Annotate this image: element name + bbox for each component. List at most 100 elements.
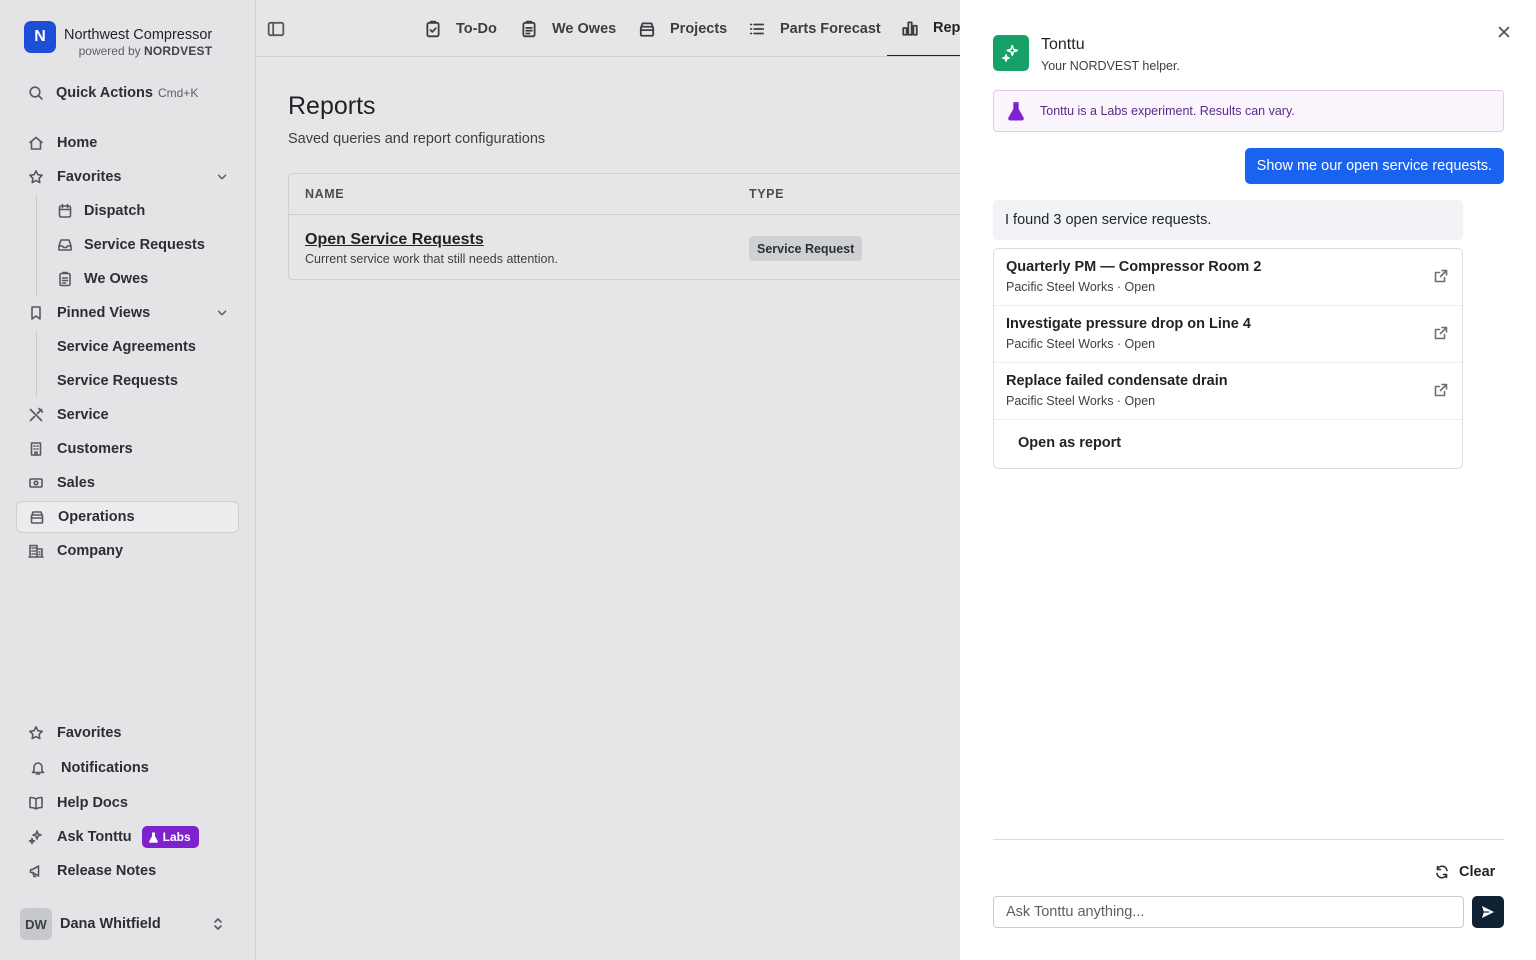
pinned-item-service-requests[interactable]: Service Requests [37, 366, 237, 396]
nav-pinned-views[interactable]: Pinned Views [16, 297, 239, 329]
close-icon[interactable] [1496, 24, 1512, 40]
nav-sales[interactable]: Sales [16, 467, 239, 499]
result-item[interactable]: Quarterly PM — Compressor Room 2 Pacific… [994, 249, 1462, 306]
send-button[interactable] [1472, 896, 1504, 928]
footer-favorites-label: Favorites [57, 725, 122, 741]
sidebar-toggle-icon[interactable] [267, 20, 285, 38]
chevron-up-down-icon [214, 918, 222, 930]
footer-release-notes[interactable]: Release Notes [16, 855, 239, 887]
external-link-icon[interactable] [1433, 325, 1449, 341]
footer-notifications[interactable]: Notifications [16, 752, 239, 784]
sparkles-icon [1002, 44, 1018, 62]
tab-label: To-Do [456, 20, 497, 37]
top-tab-bar: To-Do We Owes Projects Parts Forecast Re… [256, 0, 960, 57]
brand[interactable]: N Northwest Compressor powered by NORDVE… [24, 21, 212, 59]
tab-we-owes[interactable]: We Owes [520, 0, 617, 56]
chat-input[interactable] [993, 896, 1464, 928]
footer-release-label: Release Notes [57, 863, 157, 879]
page-title: Reports [288, 92, 376, 120]
result-title: Investigate pressure drop on Line 4 [1006, 316, 1251, 332]
result-meta: Pacific Steel Works · Open [1006, 280, 1156, 294]
external-link-icon[interactable] [1433, 382, 1449, 398]
powered-brand: NORDVEST [143, 44, 213, 58]
nav-home[interactable]: Home [16, 127, 239, 159]
nav-service[interactable]: Service [16, 399, 239, 431]
nav-pinned-label: Pinned Views [57, 305, 151, 321]
favorites-item-we-owes[interactable]: We Owes [37, 264, 237, 294]
star-icon [29, 726, 43, 740]
building-icon [30, 442, 42, 456]
nav-company-label: Company [57, 543, 124, 559]
tab-label: We Owes [552, 20, 617, 37]
list-icon [749, 23, 765, 34]
clipboard-list-icon [59, 271, 71, 287]
result-item[interactable]: Replace failed condensate drain Pacific … [994, 363, 1462, 420]
assistant-name: Tonttu [1041, 36, 1085, 53]
quick-actions[interactable]: Quick Actions Cmd+K [28, 82, 198, 104]
user-menu[interactable]: DW Dana Whitfield [20, 908, 234, 940]
chevron-down-icon[interactable] [215, 306, 229, 320]
user-name: Dana Whitfield [60, 916, 161, 932]
pinned-item-service-agreements[interactable]: Service Agreements [37, 332, 237, 362]
tab-projects[interactable]: Projects [638, 0, 727, 56]
brand-logo: N [24, 21, 56, 53]
calendar-icon [58, 203, 72, 218]
quick-actions-label: Quick Actions [56, 85, 153, 101]
archive-box-icon [30, 511, 44, 524]
office-building-icon [28, 544, 44, 558]
favorites-item-service-requests[interactable]: Service Requests [37, 230, 237, 260]
sidebar: N Northwest Compressor powered by NORDVE… [0, 0, 256, 960]
assistant-tagline: Your NORDVEST helper. [1041, 59, 1180, 73]
send-icon [1482, 906, 1494, 918]
column-header-name[interactable]: NAME [305, 187, 344, 201]
tab-label: Parts Forecast [780, 20, 881, 37]
favorites-item-label: Dispatch [84, 203, 146, 219]
pinned-item-label: Service Agreements [57, 339, 196, 355]
report-link[interactable]: Open Service Requests [305, 231, 484, 249]
assistant-message: I found 3 open service requests. [993, 200, 1463, 240]
tab-parts-forecast[interactable]: Parts Forecast [748, 0, 881, 56]
footer-help-docs[interactable]: Help Docs [16, 787, 239, 819]
nav-operations[interactable]: Operations [16, 501, 239, 533]
tab-reports[interactable]: Reports [887, 0, 960, 56]
favorites-item-dispatch[interactable]: Dispatch [37, 196, 237, 226]
user-message: Show me our open service requests. [1244, 148, 1504, 184]
column-header-type[interactable]: TYPE [749, 187, 784, 201]
flask-icon [148, 832, 158, 843]
nav-home-label: Home [57, 135, 98, 151]
labs-badge: Labs [141, 826, 199, 848]
bar-chart-icon [902, 20, 918, 36]
report-type-badge: Service Request [749, 236, 863, 261]
labs-notice: Tonttu is a Labs experiment. Results can… [993, 90, 1504, 132]
nav-company[interactable]: Company [16, 535, 239, 567]
result-meta: Pacific Steel Works · Open [1006, 337, 1156, 351]
powered-by: powered by NORDVEST [64, 43, 212, 59]
chevron-down-icon[interactable] [215, 170, 229, 184]
assistant-logo [993, 35, 1029, 71]
table-header: NAME TYPE [289, 174, 977, 215]
clear-button[interactable]: Clear [1434, 862, 1495, 882]
footer-favorites[interactable]: Favorites [16, 717, 239, 749]
inbox-icon [58, 239, 72, 251]
result-item[interactable]: Investigate pressure drop on Line 4 Paci… [994, 306, 1462, 363]
external-link-icon[interactable] [1433, 268, 1449, 284]
clipboard-check-icon [426, 20, 440, 37]
flask-icon [1008, 102, 1024, 121]
pinned-item-label: Service Requests [57, 373, 178, 389]
footer-notifications-label: Notifications [61, 760, 149, 776]
tab-to-do[interactable]: To-Do [424, 0, 497, 56]
footer-ask-label: Ask Tonttu [57, 829, 132, 845]
nav-favorites[interactable]: Favorites [16, 161, 239, 193]
open-as-report-button[interactable]: Open as report [1018, 435, 1121, 451]
clear-label: Clear [1459, 864, 1496, 880]
refresh-icon [1436, 865, 1448, 879]
search-icon [29, 86, 43, 100]
footer-help-label: Help Docs [57, 795, 128, 811]
cash-icon [29, 478, 43, 488]
book-open-icon [29, 796, 43, 810]
nav-customers[interactable]: Customers [16, 433, 239, 465]
nav-customers-label: Customers [57, 441, 133, 457]
footer-ask-tonttu[interactable]: Ask Tonttu Labs [16, 821, 239, 853]
nav-service-label: Service [57, 407, 109, 423]
nav-sales-label: Sales [57, 475, 95, 491]
